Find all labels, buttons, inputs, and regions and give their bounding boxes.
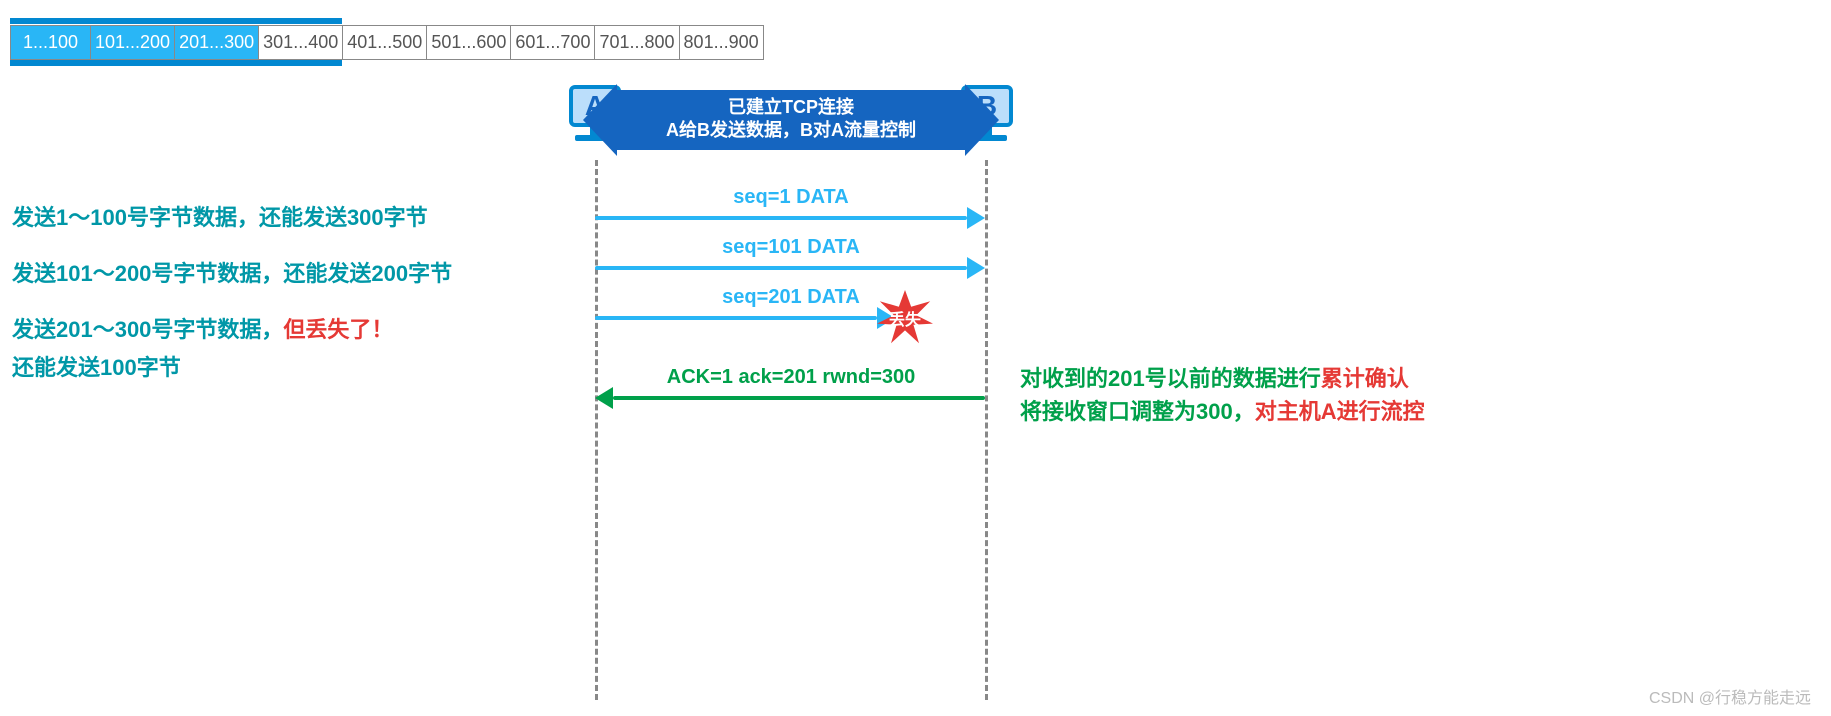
banner-line2: A给B发送数据，B对A流量控制	[617, 119, 965, 142]
byte-cell-1: 101...200	[91, 26, 175, 59]
watermark: CSDN @行稳方能走远	[1649, 684, 1811, 708]
left-note-3: 还能发送100字节	[12, 350, 452, 382]
left-note-2: 发送201～300号字节数据，但丢失了！	[12, 312, 452, 344]
ack-arrow-3: ACK=1 ack=201 rwnd=300	[595, 390, 987, 420]
connection-banner: 已建立TCP连接 A给B发送数据，B对A流量控制	[617, 90, 965, 150]
left-annotations: 发送1～100号字节数据，还能发送300字节发送101～200号字节数据，还能发…	[12, 200, 452, 406]
arrow-label: ACK=1 ack=201 rwnd=300	[595, 366, 987, 389]
data-arrow-2: seq=201 DATA丢失	[595, 310, 987, 340]
sequence-diagram: A B 已建立TCP连接 A给B发送数据，B对A流量控制 seq=1 DATAs…	[575, 85, 1015, 705]
byte-cell-8: 801...900	[680, 26, 763, 59]
byte-cell-7: 701...800	[595, 26, 679, 59]
left-note-1: 发送101～200号字节数据，还能发送200字节	[12, 256, 452, 288]
left-note-0: 发送1～100号字节数据，还能发送300字节	[12, 200, 452, 232]
arrow-head-icon	[967, 207, 985, 229]
byte-cell-5: 501...600	[427, 26, 511, 59]
byte-cell-6: 601...700	[511, 26, 595, 59]
send-window-top-bar	[10, 18, 342, 24]
arrow-label: seq=1 DATA	[595, 186, 987, 209]
byte-cell-2: 201...300	[175, 26, 259, 59]
banner-line1: 已建立TCP连接	[617, 96, 965, 119]
arrow-head-icon	[595, 387, 613, 409]
right-note-0: 对收到的201号以前的数据进行累计确认	[1020, 362, 1425, 395]
byte-cell-0: 1...100	[11, 26, 91, 59]
arrow-label: seq=101 DATA	[595, 236, 987, 259]
right-note-1: 将接收窗口调整为300，对主机A进行流控	[1020, 395, 1425, 428]
arrow-head-icon	[967, 257, 985, 279]
byte-cell-3: 301...400	[259, 26, 343, 59]
right-annotations: 对收到的201号以前的数据进行累计确认将接收窗口调整为300，对主机A进行流控	[1020, 362, 1425, 428]
byte-range-table: 1...100101...200201...300301...400401...…	[10, 25, 764, 60]
send-window-bottom-bar	[10, 60, 342, 66]
lost-burst-icon: 丢失	[877, 290, 933, 346]
byte-cell-4: 401...500	[343, 26, 427, 59]
